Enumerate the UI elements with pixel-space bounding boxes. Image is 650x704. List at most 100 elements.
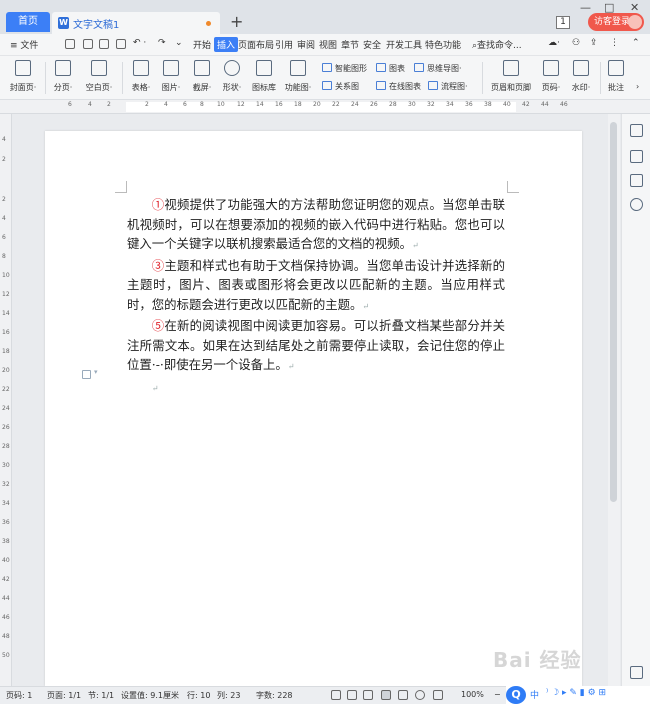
pen-mode-icon[interactable] bbox=[363, 690, 373, 700]
ruler-number: 44 bbox=[541, 101, 549, 108]
icon-library-button[interactable]: 图标库 bbox=[250, 60, 278, 93]
document-tab[interactable]: W 文字文稿1 bbox=[52, 12, 220, 34]
horizontal-ruler[interactable]: 6 4 2 2 4 6 8 10 12 14 16 18 20 22 24 26… bbox=[0, 100, 650, 114]
redo-icon[interactable]: ↷ bbox=[158, 38, 166, 48]
relation-chart-label: 关系图 bbox=[335, 82, 359, 91]
print-icon[interactable] bbox=[99, 39, 109, 49]
smart-art-button[interactable]: 智能图形 bbox=[322, 63, 367, 74]
paragraph-layout-icon[interactable] bbox=[82, 370, 91, 379]
file-menu[interactable]: ≡ 文件 bbox=[10, 38, 38, 51]
ruler-number: 14 bbox=[256, 101, 264, 108]
right-sidebar bbox=[621, 114, 650, 686]
ruler-number: 46 bbox=[560, 101, 568, 108]
document-page[interactable]: ①视频提供了功能强大的方法帮助您证明您的观点。当您单击联机视频时，可以在想要添加… bbox=[45, 131, 582, 686]
menu-view[interactable]: 视图 bbox=[319, 38, 337, 51]
page-break-button[interactable]: 分页· bbox=[50, 60, 76, 93]
table-button[interactable]: 表格· bbox=[129, 60, 153, 93]
status-setting[interactable]: 设置值: 9.1厘米 bbox=[121, 690, 179, 701]
paragraph-number: ① bbox=[151, 197, 165, 212]
menu-insert[interactable]: 插入 bbox=[214, 37, 239, 52]
menu-page-layout[interactable]: 页面布局 bbox=[238, 38, 274, 51]
preview-icon[interactable] bbox=[116, 39, 126, 49]
cover-page-icon bbox=[15, 60, 31, 76]
ime-tool-icons[interactable]: ⁾ ☽ ▸ ✎ ▮ ⚙ ⊞ bbox=[546, 688, 606, 698]
chevron-down-icon[interactable]: ▾ bbox=[94, 368, 98, 376]
document-body[interactable]: ①视频提供了功能强大的方法帮助您证明您的观点。当您单击联机视频时，可以在想要添加… bbox=[127, 195, 505, 398]
screenshot-button[interactable]: 截屏· bbox=[189, 60, 215, 93]
status-row[interactable]: 行: 10 bbox=[187, 690, 210, 701]
home-tab[interactable]: 首页 bbox=[6, 12, 50, 32]
status-col[interactable]: 列: 23 bbox=[217, 690, 240, 701]
header-footer-button[interactable]: 页眉和页脚 bbox=[489, 60, 533, 93]
share-icon[interactable]: ⇪ bbox=[590, 38, 598, 48]
menu-review[interactable]: 审阅 bbox=[297, 38, 315, 51]
edit-pen-icon[interactable] bbox=[630, 124, 643, 137]
blank-page-label: 空白页· bbox=[85, 83, 113, 92]
collab-icon[interactable]: ⚇ bbox=[572, 38, 580, 48]
relation-chart-button[interactable]: 关系图 bbox=[322, 81, 359, 92]
scrollbar-thumb[interactable] bbox=[610, 122, 617, 502]
settings-sliders-icon[interactable] bbox=[630, 174, 643, 187]
ruler-number: 40 bbox=[503, 101, 511, 108]
ime-logo-icon[interactable]: Q bbox=[506, 686, 526, 704]
shape-button[interactable]: 形状· bbox=[219, 60, 245, 93]
online-chart-button[interactable]: 在线图表 bbox=[376, 81, 421, 92]
watermark-button[interactable]: 水印· bbox=[568, 60, 594, 93]
picture-button[interactable]: 图片· bbox=[158, 60, 184, 93]
shape-label: 形状· bbox=[222, 83, 242, 92]
ruler-number: 28 bbox=[389, 101, 397, 108]
menu-features[interactable]: 特色功能 bbox=[425, 38, 461, 51]
paragraph-mark-icon: ↵ bbox=[287, 362, 295, 371]
ime-language[interactable]: 中 bbox=[530, 688, 539, 701]
new-tab-button[interactable]: + bbox=[230, 12, 243, 31]
paragraph-text: 在新的阅读视图中阅读更加容易。可以折叠文档某些部分并关注所需文本。如果在达到结尾… bbox=[127, 318, 506, 372]
zoom-level[interactable]: 100% bbox=[461, 690, 484, 699]
status-page[interactable]: 页码: 1 bbox=[6, 690, 32, 701]
vertical-ruler[interactable]: 4 2 2 4 6 8 10 12 14 16 18 20 22 24 26 2… bbox=[0, 114, 12, 686]
ruler-number: 22 bbox=[2, 386, 10, 393]
search-command[interactable]: ⌕查找命令... bbox=[472, 38, 522, 51]
minimize-button[interactable]: — bbox=[580, 1, 591, 14]
select-cursor-icon[interactable] bbox=[630, 150, 643, 163]
baidu-watermark: Bai 经验 bbox=[493, 648, 582, 672]
ruler-number: 26 bbox=[370, 101, 378, 108]
mind-map-button[interactable]: 思维导图· bbox=[414, 63, 462, 74]
status-pages[interactable]: 页面: 1/1 bbox=[47, 690, 81, 701]
zoom-out-button[interactable]: − bbox=[494, 690, 501, 699]
read-view-icon[interactable] bbox=[433, 690, 443, 700]
function-chart-button[interactable]: 功能图· bbox=[283, 60, 313, 93]
window-count-badge[interactable]: 1 bbox=[556, 16, 570, 29]
undo-icon[interactable]: ↶ · bbox=[133, 38, 146, 48]
chart-button[interactable]: 图表 bbox=[376, 63, 405, 74]
menu-section[interactable]: 章节 bbox=[341, 38, 359, 51]
web-view-icon[interactable] bbox=[415, 690, 425, 700]
blank-page-button[interactable]: 空白页· bbox=[84, 60, 114, 93]
format-painter-icon[interactable] bbox=[83, 39, 93, 49]
save-icon[interactable] bbox=[65, 39, 75, 49]
menu-start[interactable]: 开始 bbox=[193, 38, 211, 51]
vertical-scrollbar[interactable] bbox=[608, 114, 620, 686]
empty-paragraph: ↵ bbox=[127, 377, 505, 399]
flowchart-button[interactable]: 流程图· bbox=[428, 81, 468, 92]
cover-page-button[interactable]: 封面页· bbox=[8, 60, 38, 93]
page-view-icon[interactable] bbox=[381, 690, 391, 700]
more-icon[interactable]: ⋮ bbox=[610, 38, 619, 48]
protect-eye-icon[interactable] bbox=[347, 690, 357, 700]
guest-login-button[interactable]: 访客登录 bbox=[588, 13, 644, 31]
comment-button[interactable]: 批注 bbox=[604, 60, 628, 93]
menu-dev-tools[interactable]: 开发工具 bbox=[386, 38, 422, 51]
collapse-ribbon-icon[interactable]: ⌃ bbox=[632, 38, 640, 48]
status-section[interactable]: 节: 1/1 bbox=[88, 690, 114, 701]
cloud-icon[interactable]: ☁· bbox=[548, 38, 560, 48]
menu-security[interactable]: 安全 bbox=[363, 38, 381, 51]
ribbon-scroll-right-icon[interactable]: › bbox=[636, 82, 639, 91]
relation-chart-icon bbox=[322, 81, 332, 90]
grid-apps-icon[interactable] bbox=[630, 666, 643, 679]
page-number-button[interactable]: 页码· bbox=[538, 60, 564, 93]
status-words[interactable]: 字数: 228 bbox=[256, 690, 293, 701]
menu-references[interactable]: 引用 bbox=[275, 38, 293, 51]
outline-view-icon[interactable] bbox=[398, 690, 408, 700]
focus-mode-icon[interactable] bbox=[331, 690, 341, 700]
more-quick-icon[interactable]: ⌄ bbox=[175, 38, 183, 48]
help-icon[interactable] bbox=[630, 198, 643, 211]
